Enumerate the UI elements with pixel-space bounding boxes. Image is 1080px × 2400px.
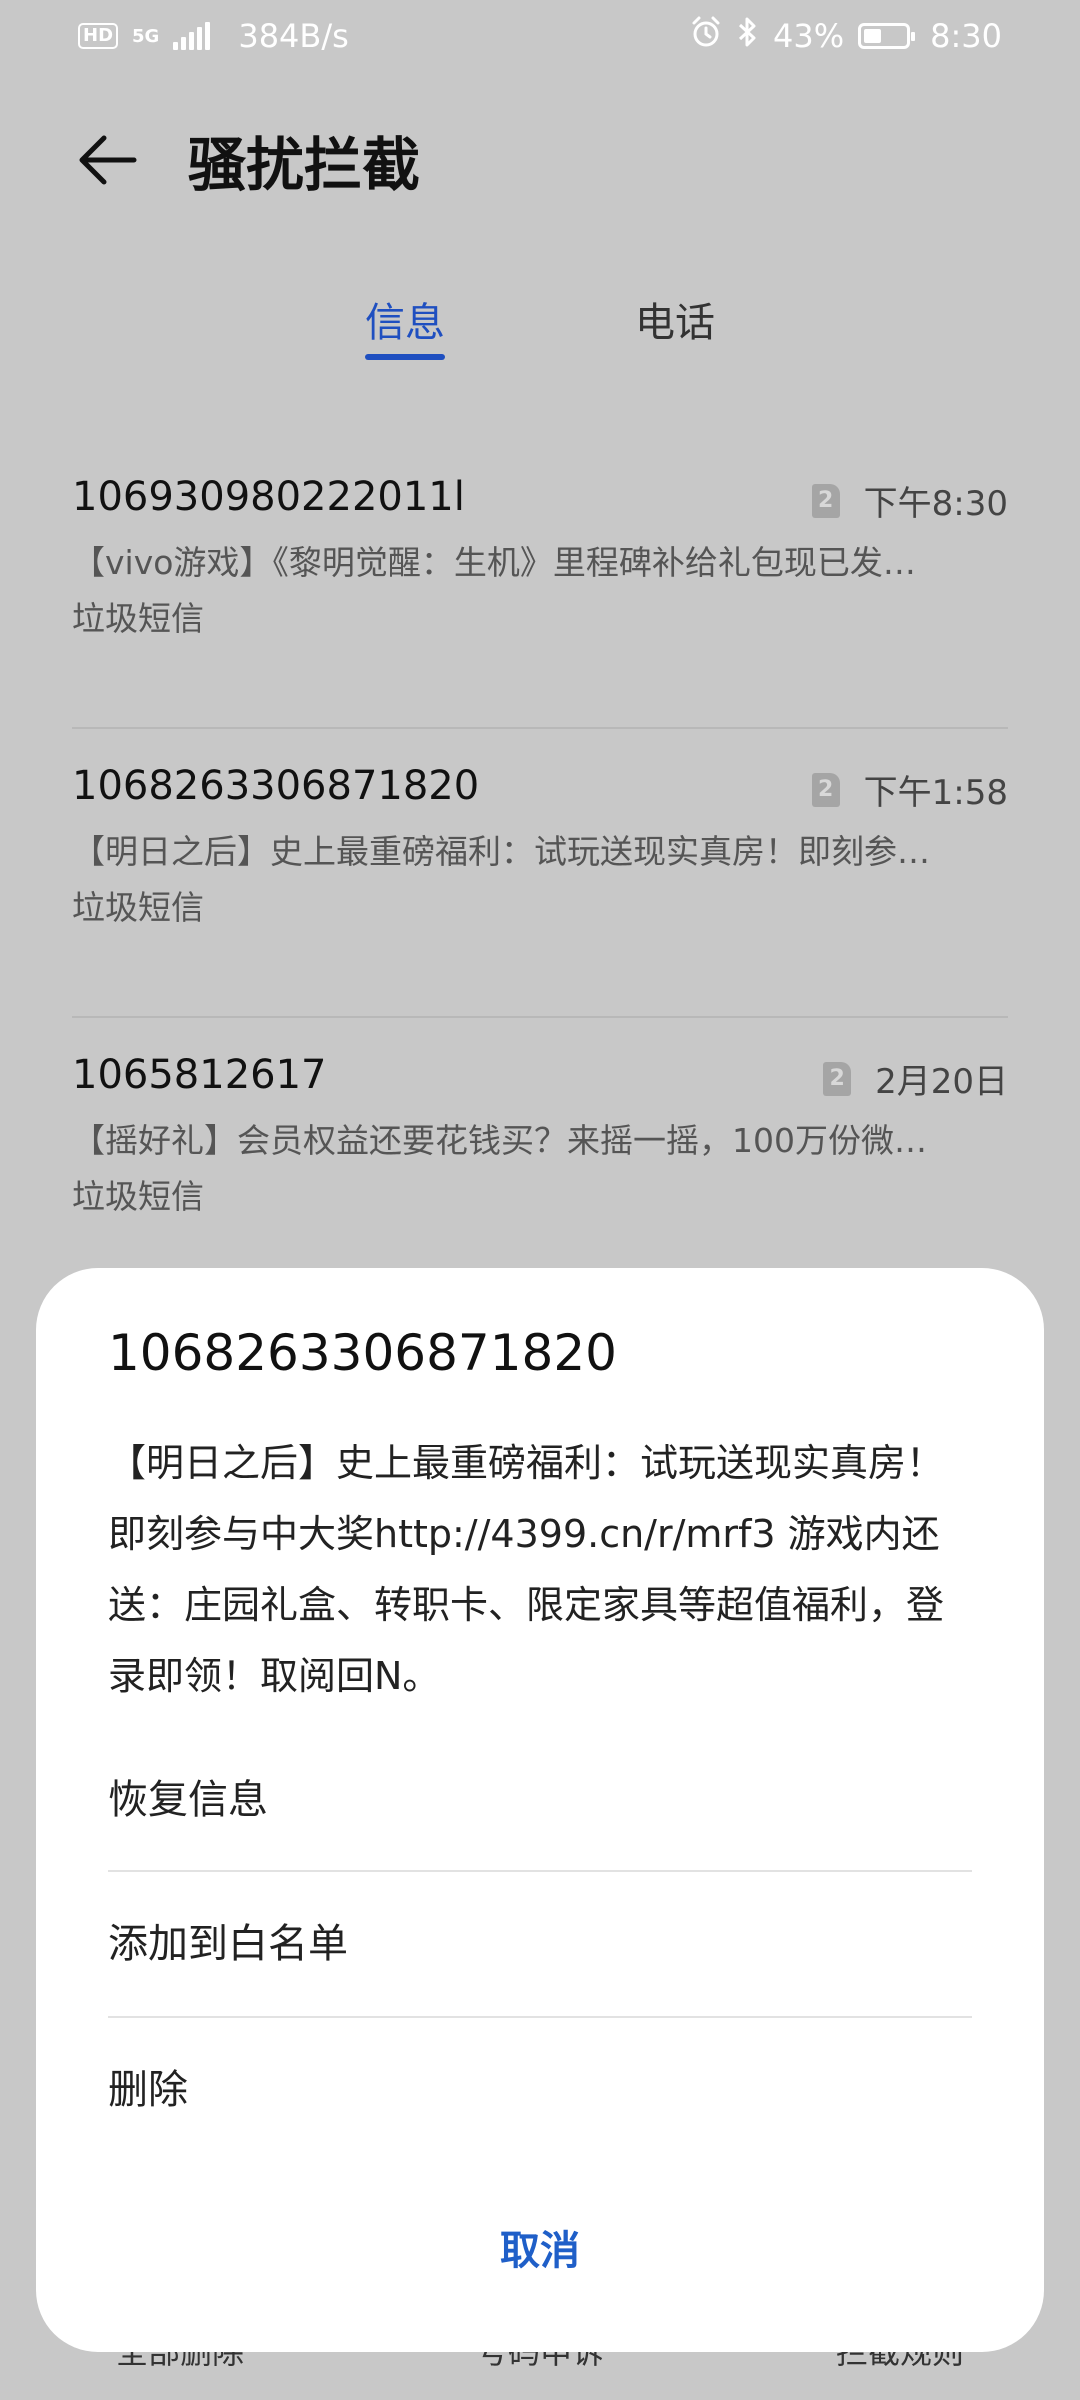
message-tag: 垃圾短信 [72,599,204,638]
sender-number: 1065812617 [72,1052,327,1098]
message-meta: 2 下午8:30 [811,476,1008,525]
add-to-whitelist-button[interactable]: 添加到白名单 [108,1872,972,2016]
sim-card-icon: 2 [823,1061,852,1096]
message-tag: 垃圾短信 [72,1177,204,1216]
tab-calls[interactable]: 电话 [635,290,715,370]
signal-icon [173,22,211,50]
message-preview: 【明日之后】史上最重磅福利：试玩送现实真房！即刻参… [72,832,930,871]
sim-card-icon: 2 [811,483,840,518]
page-title: 骚扰拦截 [188,131,421,199]
message-time: 下午1:58 [863,773,1008,813]
message-meta: 2 下午1:58 [811,765,1008,814]
message-preview: 【vivo游戏】《黎明觉醒：生机》里程碑补给礼包现已发… [72,543,916,582]
delete-button[interactable]: 删除 [108,2018,972,2162]
sheet-message-body: 【明日之后】史上最重磅福利：试玩送现实真房！即刻参与中大奖http://4399… [108,1441,945,1698]
sim-card-icon: 2 [811,772,840,807]
tab-messages[interactable]: 信息 [365,290,445,370]
message-action-sheet: 1068263306871820 【明日之后】史上最重磅福利：试玩送现实真房！即… [36,1268,1044,2352]
message-tag: 垃圾短信 [72,888,204,927]
hd-icon: HD [78,23,119,49]
alarm-icon [689,15,723,57]
message-list: 106930980222011l 2 下午8:30 【vivo游戏】《黎明觉醒：… [72,440,1008,1307]
status-right: 43% 8:30 [689,15,1002,57]
sender-number: 106930980222011l [72,474,465,520]
battery-icon [858,23,916,49]
list-item[interactable]: 1065812617 2 2月20日 【摇好礼】会员权益还要花钱买？来摇一摇，1… [72,1018,1008,1307]
bluetooth-icon [737,15,759,57]
status-left: HD 5G 384B/s [78,17,349,55]
arrow-left-icon [79,135,137,185]
cancel-button[interactable]: 取消 [36,2218,1044,2276]
list-item[interactable]: 1068263306871820 2 下午1:58 【明日之后】史上最重磅福利：… [72,729,1008,1018]
tab-bar: 信息 电话 [0,290,1080,380]
header: 骚扰拦截 [0,110,1080,210]
message-meta: 2 2月20日 [823,1054,1008,1103]
clock: 8:30 [930,17,1002,55]
status-bar: HD 5G 384B/s 43% 8:30 [0,0,1080,72]
list-item[interactable]: 106930980222011l 2 下午8:30 【vivo游戏】《黎明觉醒：… [72,440,1008,729]
screen: HD 5G 384B/s 43% 8:30 骚扰拦截 信息 电话 1069309… [0,0,1080,2400]
restore-message-button[interactable]: 恢复信息 [108,1728,972,1872]
message-time: 2月20日 [875,1062,1008,1102]
battery-percent: 43% [773,17,845,55]
network-speed: 384B/s [238,17,349,55]
sheet-sender-number: 1068263306871820 [108,1324,617,1382]
back-button[interactable] [68,120,148,200]
message-preview: 【摇好礼】会员权益还要花钱买？来摇一摇，100万份微… [72,1121,927,1160]
sender-number: 1068263306871820 [72,763,480,809]
battery-fill [864,29,882,43]
network-type: 5G [132,25,160,47]
message-time: 下午8:30 [863,484,1008,524]
